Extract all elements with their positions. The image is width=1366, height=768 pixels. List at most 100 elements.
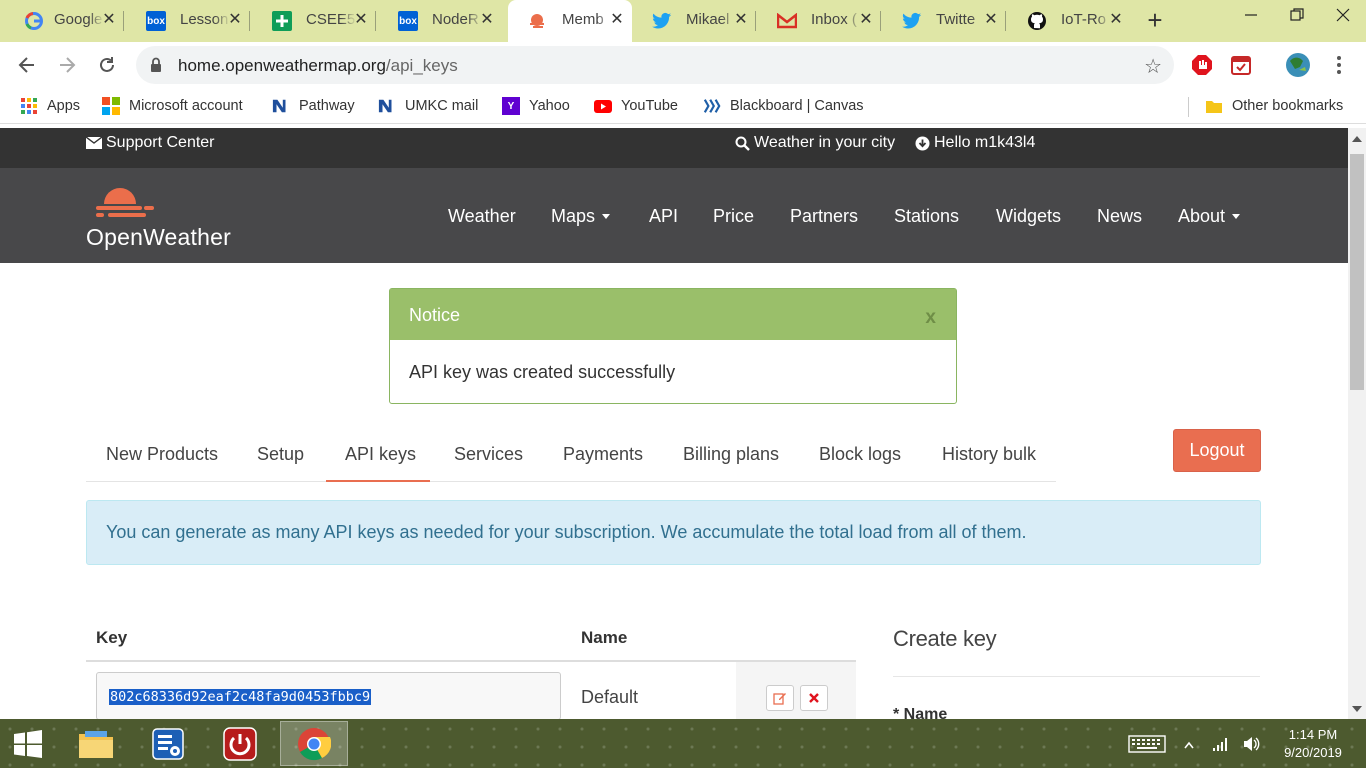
- forward-button[interactable]: [52, 50, 82, 80]
- user-menu-link[interactable]: Hello m1k43l4: [915, 134, 1035, 152]
- box-icon: box: [146, 11, 166, 31]
- scroll-down-arrow-icon[interactable]: [1352, 706, 1362, 712]
- browser-tab-title: Mikael: [686, 11, 730, 28]
- browser-tab-csee[interactable]: CSEE5 ✕: [252, 0, 376, 42]
- bookmark-umkc-mail[interactable]: UMKC mail: [378, 96, 478, 116]
- browser-tab-twitter[interactable]: Twitte ✕: [882, 0, 1006, 42]
- edit-icon: [773, 693, 786, 705]
- nav-label: API: [649, 206, 679, 226]
- start-button[interactable]: [0, 721, 56, 766]
- page-scrollbar[interactable]: [1348, 128, 1366, 719]
- taskbar-power-app[interactable]: [206, 721, 274, 766]
- tab-block-logs[interactable]: Block logs: [819, 444, 901, 465]
- close-icon[interactable]: ✕: [732, 11, 750, 29]
- volume-tray-icon[interactable]: [1242, 735, 1260, 756]
- sheets-icon: [272, 11, 292, 31]
- show-hidden-icons-button[interactable]: [1184, 737, 1194, 752]
- tab-new-products[interactable]: New Products: [106, 444, 218, 465]
- tab-payments[interactable]: Payments: [563, 444, 643, 465]
- api-key-value: 802c68336d92eaf2c48fa9d0453fbbc9: [109, 689, 372, 705]
- calendar-extension[interactable]: [1228, 52, 1254, 78]
- star-icon[interactable]: ☆: [1144, 54, 1162, 79]
- back-button[interactable]: [12, 50, 42, 80]
- taskbar-file-explorer[interactable]: [62, 721, 130, 766]
- support-center-link[interactable]: Support Center: [86, 134, 215, 152]
- nav-partners[interactable]: Partners: [790, 206, 858, 227]
- tab-separator: [755, 11, 756, 31]
- nav-api[interactable]: API: [649, 206, 678, 227]
- bookmark-label: Apps: [47, 98, 81, 114]
- nav-about[interactable]: About: [1178, 206, 1241, 227]
- browser-tab-inbox[interactable]: Inbox ( ✕: [757, 0, 881, 42]
- bookmark-yahoo[interactable]: Y Yahoo: [502, 96, 570, 116]
- column-header-name: Name: [581, 628, 628, 647]
- arrow-left-icon: [18, 57, 34, 73]
- close-window-button[interactable]: [1320, 0, 1366, 30]
- keyboard-tray-icon[interactable]: [1128, 735, 1166, 756]
- nav-widgets[interactable]: Widgets: [996, 206, 1061, 227]
- new-tab-button[interactable]: +: [1142, 7, 1168, 34]
- nav-label: Stations: [894, 206, 960, 226]
- bookmark-label: Yahoo: [529, 98, 570, 114]
- minimize-button[interactable]: [1228, 0, 1274, 30]
- system-clock[interactable]: 1:14 PM 9/20/2019: [1278, 726, 1348, 762]
- close-icon: [1336, 8, 1350, 22]
- restore-button[interactable]: [1274, 0, 1320, 30]
- close-icon[interactable]: ✕: [352, 11, 370, 29]
- tab-history-bulk[interactable]: History bulk: [942, 444, 1036, 465]
- nav-price[interactable]: Price: [713, 206, 754, 227]
- create-key-name-label: * Name: [893, 706, 948, 719]
- site-topbar: Support Center Weather in your city Hell…: [0, 128, 1348, 168]
- bookmark-pathway[interactable]: Pathway: [272, 96, 355, 116]
- browser-tab-title: Memb: [562, 11, 604, 28]
- nav-news[interactable]: News: [1097, 206, 1142, 227]
- browser-tab-memb[interactable]: Memb ✕: [508, 0, 632, 42]
- taskbar-chrome[interactable]: [280, 721, 348, 766]
- reload-button[interactable]: [92, 50, 122, 80]
- weather-in-city-link[interactable]: Weather in your city: [735, 134, 895, 152]
- adblock-extension[interactable]: [1189, 52, 1215, 78]
- close-icon[interactable]: ✕: [982, 11, 1000, 29]
- close-icon[interactable]: ✕: [857, 11, 875, 29]
- taskbar-control-panel[interactable]: [134, 721, 202, 766]
- network-tray-icon[interactable]: [1212, 736, 1230, 755]
- canvas-icon: [703, 97, 721, 115]
- nav-stations[interactable]: Stations: [894, 206, 959, 227]
- tab-billing-plans[interactable]: Billing plans: [683, 444, 779, 465]
- logout-button[interactable]: Logout: [1173, 429, 1261, 472]
- profile-avatar[interactable]: [1285, 52, 1311, 78]
- web-page: Support Center Weather in your city Hell…: [0, 128, 1348, 719]
- close-icon[interactable]: ✕: [226, 11, 244, 29]
- tab-api-keys[interactable]: API keys: [345, 444, 416, 465]
- close-icon[interactable]: ✕: [1107, 11, 1125, 29]
- bookmark-youtube[interactable]: YouTube: [594, 96, 678, 116]
- browser-tab-lesson[interactable]: box Lesson ✕: [126, 0, 250, 42]
- browser-tab-iot[interactable]: IoT-Ro ✕: [1007, 0, 1131, 42]
- bookmark-apps[interactable]: Apps: [20, 96, 80, 116]
- bookmark-microsoft-account[interactable]: Microsoft account: [102, 96, 243, 116]
- tab-setup[interactable]: Setup: [257, 444, 304, 465]
- scroll-up-arrow-icon[interactable]: [1352, 136, 1362, 142]
- nav-label: Weather: [448, 206, 516, 226]
- address-bar[interactable]: home.openweathermap.org/api_keys ☆: [136, 46, 1174, 84]
- browser-menu-button[interactable]: [1326, 52, 1352, 78]
- browser-tab-google[interactable]: Google ✕: [0, 0, 124, 42]
- bookmark-other[interactable]: Other bookmarks: [1205, 96, 1343, 116]
- notice-close-button[interactable]: x: [925, 307, 936, 329]
- openweather-logo[interactable]: OpenWeather: [86, 182, 256, 252]
- delete-key-button[interactable]: [800, 685, 828, 711]
- tab-separator: [375, 11, 376, 31]
- nav-maps[interactable]: Maps: [551, 206, 611, 227]
- bookmark-blackboard-canvas[interactable]: Blackboard | Canvas: [703, 96, 864, 116]
- api-key-field[interactable]: 802c68336d92eaf2c48fa9d0453fbbc9: [96, 672, 561, 719]
- close-icon[interactable]: ✕: [608, 11, 626, 29]
- close-icon[interactable]: ✕: [478, 11, 496, 29]
- lock-icon: [151, 57, 161, 72]
- scrollbar-thumb[interactable]: [1350, 154, 1364, 390]
- tab-services[interactable]: Services: [454, 444, 523, 465]
- browser-tab-noder[interactable]: box NodeR ✕: [378, 0, 502, 42]
- close-icon[interactable]: ✕: [100, 11, 118, 29]
- edit-key-button[interactable]: [766, 685, 794, 711]
- browser-tab-mikael[interactable]: Mikael ✕: [632, 0, 756, 42]
- nav-weather[interactable]: Weather: [448, 206, 516, 227]
